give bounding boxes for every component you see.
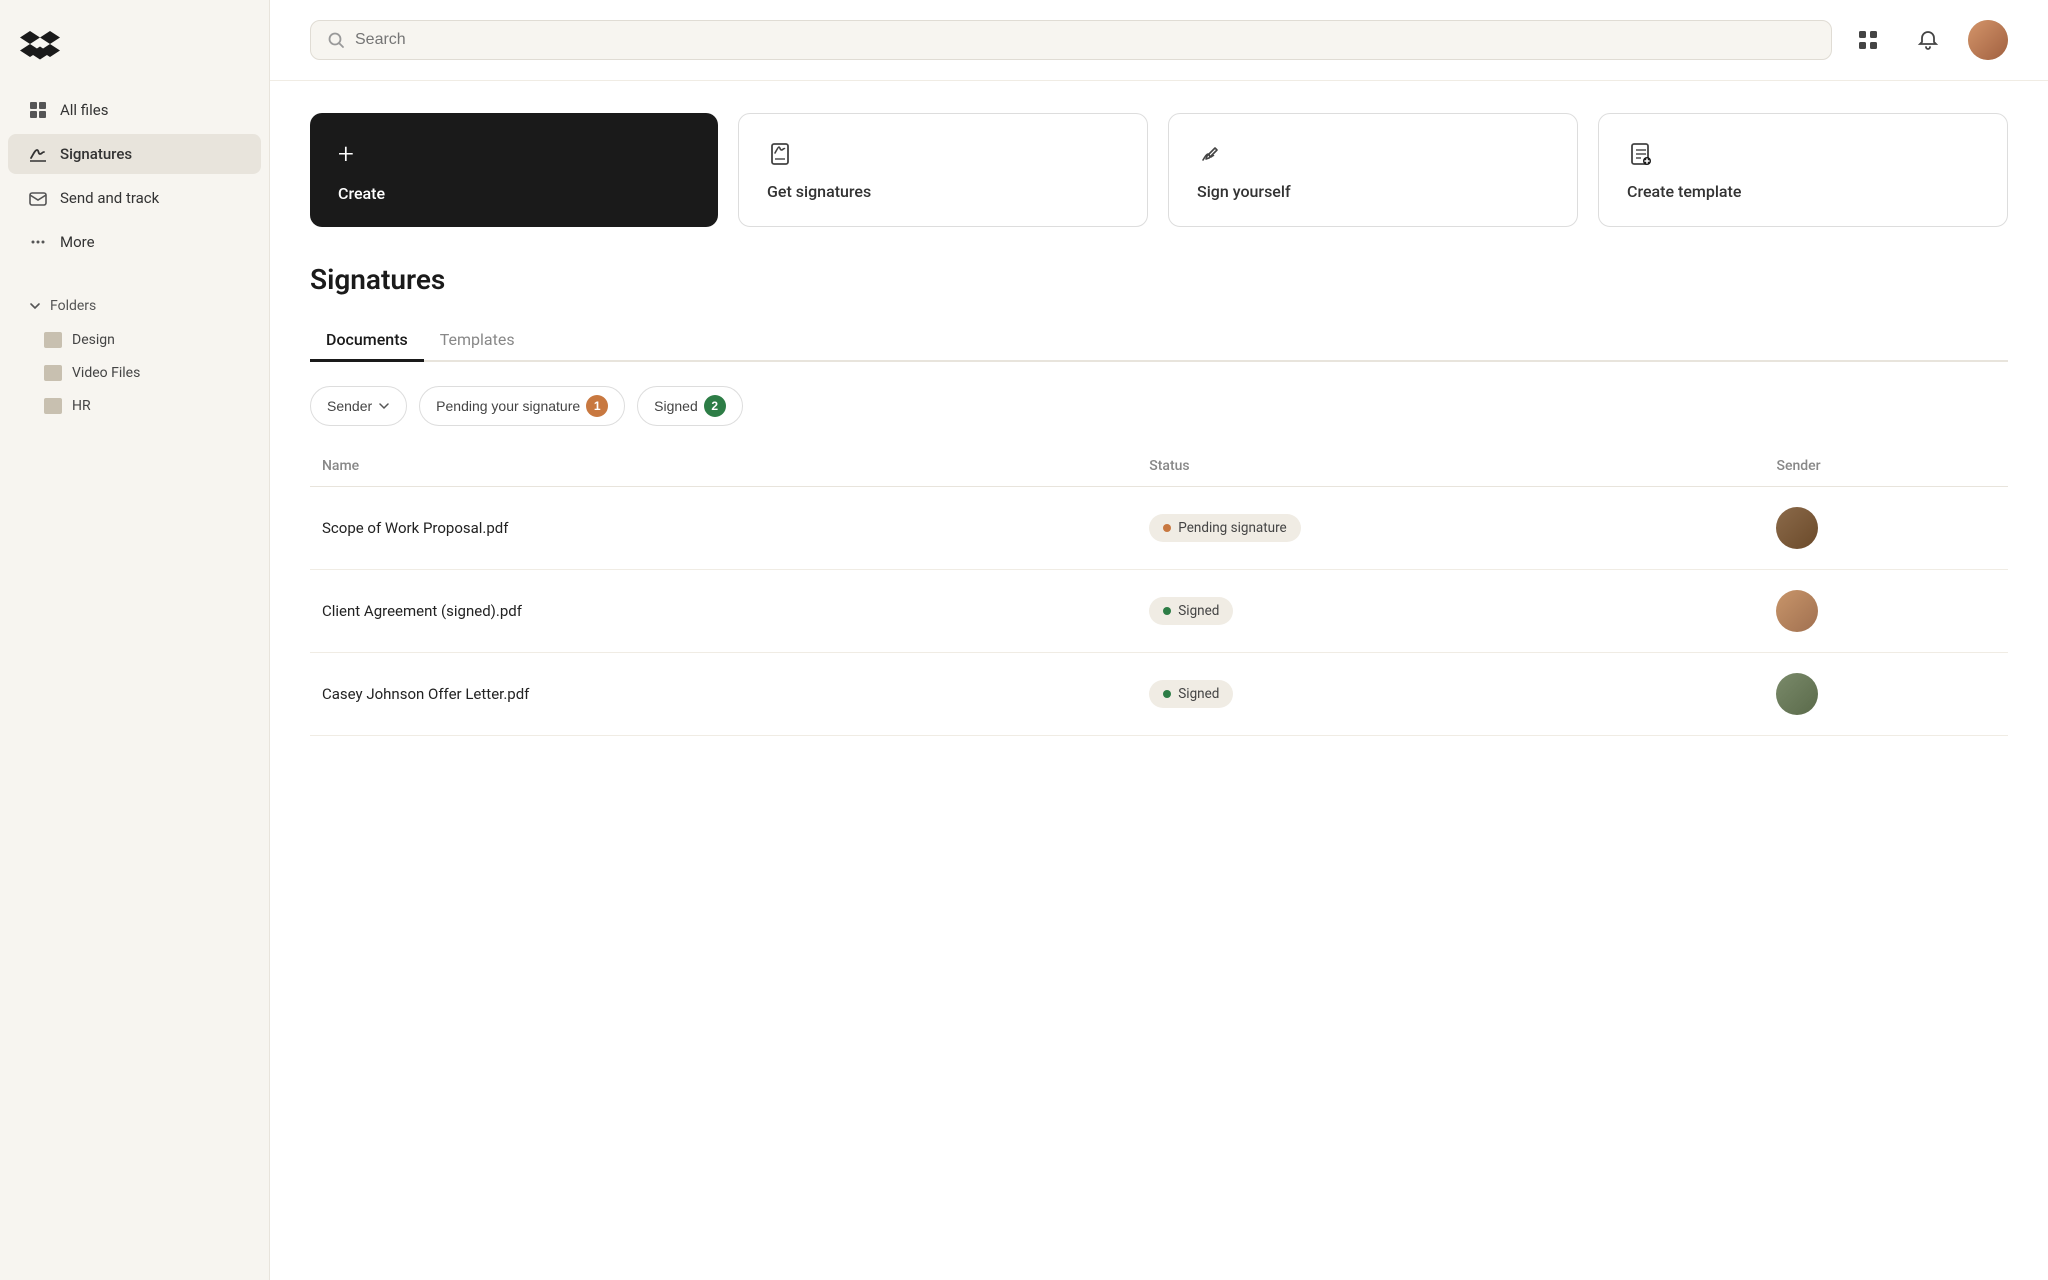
folders-section: Folders Design Video Files HR (0, 280, 269, 431)
sidebar-folder-video-files[interactable]: Video Files (8, 357, 261, 389)
sidebar-folder-design[interactable]: Design (8, 324, 261, 356)
chevron-down-icon (28, 299, 42, 313)
pending-label: Pending your signature (436, 398, 580, 414)
folder-label: Design (72, 332, 115, 348)
main-content: + Create Get signatures (270, 0, 2048, 1280)
page-content: + Create Get signatures (270, 81, 2048, 768)
sidebar-item-signatures[interactable]: Signatures (8, 134, 261, 174)
col-status: Status (1137, 450, 1764, 487)
tab-templates[interactable]: Templates (424, 320, 531, 362)
folder-icon (44, 365, 62, 381)
sign-request-icon (767, 140, 795, 168)
status-badge: Pending signature (1149, 514, 1300, 542)
notifications-button[interactable] (1908, 20, 1948, 60)
action-cards: + Create Get signatures (310, 113, 2008, 227)
doc-sender (1764, 487, 2008, 570)
doc-status: Signed (1137, 570, 1764, 653)
sidebar-item-more[interactable]: More (8, 222, 261, 262)
status-badge: Signed (1149, 597, 1233, 625)
sign-yourself-label: Sign yourself (1197, 182, 1291, 201)
sidebar-item-label: All files (60, 101, 108, 119)
logo-area (0, 16, 269, 88)
dropbox-logo (20, 24, 60, 64)
table-header: Name Status Sender (310, 450, 2008, 487)
apps-button[interactable] (1848, 20, 1888, 60)
get-signatures-label: Get signatures (767, 182, 871, 201)
col-sender: Sender (1764, 450, 2008, 487)
sidebar-item-label: Send and track (60, 189, 159, 207)
search-input[interactable] (355, 31, 1815, 49)
sidebar: All files Signatures Send and track (0, 0, 270, 1280)
documents-table: Name Status Sender Scope of Work Proposa… (310, 450, 2008, 736)
sidebar-folder-hr[interactable]: HR (8, 390, 261, 422)
filter-row: Sender Pending your signature 1 Signed 2 (310, 386, 2008, 426)
table-body: Scope of Work Proposal.pdf Pending signa… (310, 487, 2008, 736)
create-card[interactable]: + Create (310, 113, 718, 227)
signed-count: 2 (704, 395, 726, 417)
sidebar-item-label: Signatures (60, 145, 132, 163)
col-name: Name (310, 450, 1137, 487)
table-row[interactable]: Casey Johnson Offer Letter.pdf Signed (310, 653, 2008, 736)
doc-name: Casey Johnson Offer Letter.pdf (310, 653, 1137, 736)
status-text: Signed (1178, 686, 1219, 702)
doc-status: Signed (1137, 653, 1764, 736)
create-template-card[interactable]: Create template (1598, 113, 2008, 227)
sidebar-item-label: More (60, 233, 95, 251)
status-dot (1163, 607, 1171, 615)
sender-avatar (1776, 590, 1818, 632)
doc-name: Client Agreement (signed).pdf (310, 570, 1137, 653)
folder-icon (44, 332, 62, 348)
sender-avatar (1776, 673, 1818, 715)
signature-icon (28, 144, 48, 164)
status-badge: Signed (1149, 680, 1233, 708)
send-icon (28, 188, 48, 208)
folder-label: HR (72, 398, 91, 414)
table-row[interactable]: Client Agreement (signed).pdf Signed (310, 570, 2008, 653)
search-icon (327, 31, 345, 49)
sender-filter[interactable]: Sender (310, 386, 407, 426)
create-card-label: Create (338, 184, 385, 203)
signed-filter[interactable]: Signed 2 (637, 386, 743, 426)
doc-sender (1764, 653, 2008, 736)
plus-icon: + (338, 137, 354, 170)
pending-signature-filter[interactable]: Pending your signature 1 (419, 386, 625, 426)
status-text: Signed (1178, 603, 1219, 619)
folders-label: Folders (50, 298, 96, 314)
user-avatar (1968, 20, 2008, 60)
template-icon (1627, 140, 1655, 168)
status-dot (1163, 690, 1171, 698)
sign-self-icon (1197, 140, 1225, 168)
chevron-down-icon (378, 400, 390, 412)
doc-status: Pending signature (1137, 487, 1764, 570)
grid-icon (28, 100, 48, 120)
tab-documents[interactable]: Documents (310, 320, 424, 362)
folders-header[interactable]: Folders (8, 290, 261, 322)
header-icons (1848, 20, 2008, 60)
doc-name: Scope of Work Proposal.pdf (310, 487, 1137, 570)
sender-label: Sender (327, 398, 372, 414)
folder-icon (44, 398, 62, 414)
document-tabs: Documents Templates (310, 320, 2008, 362)
table-row[interactable]: Scope of Work Proposal.pdf Pending signa… (310, 487, 2008, 570)
sidebar-item-send-and-track[interactable]: Send and track (8, 178, 261, 218)
page-title: Signatures (310, 263, 2008, 296)
signed-label: Signed (654, 398, 698, 414)
page-header (270, 0, 2048, 81)
get-signatures-card[interactable]: Get signatures (738, 113, 1148, 227)
doc-sender (1764, 570, 2008, 653)
create-template-label: Create template (1627, 182, 1741, 201)
pending-count: 1 (586, 395, 608, 417)
search-bar[interactable] (310, 20, 1832, 60)
more-icon (28, 232, 48, 252)
sign-yourself-card[interactable]: Sign yourself (1168, 113, 1578, 227)
status-text: Pending signature (1178, 520, 1286, 536)
user-avatar-button[interactable] (1968, 20, 2008, 60)
sidebar-item-all-files[interactable]: All files (8, 90, 261, 130)
status-dot (1163, 524, 1171, 532)
sender-avatar (1776, 507, 1818, 549)
folder-label: Video Files (72, 365, 140, 381)
